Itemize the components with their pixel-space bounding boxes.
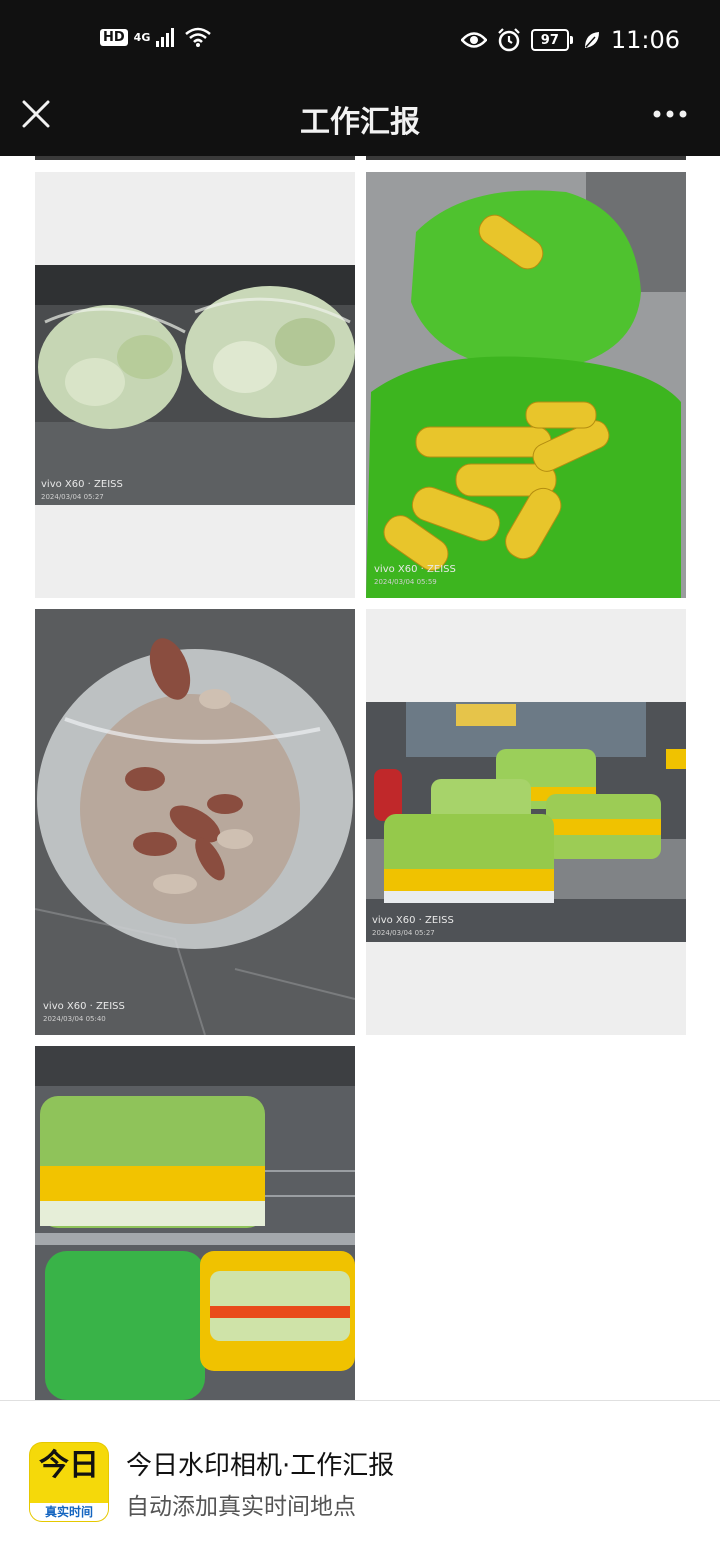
sweet-potato-image — [35, 609, 355, 1035]
photo-cabbage-bags[interactable]: vivo X60 · ZEISS 2024/03/04 05:27 — [35, 172, 355, 598]
previous-photo-edge[interactable] — [35, 156, 355, 160]
alarm-icon — [498, 28, 520, 52]
cabbage-crates-image — [366, 609, 686, 1035]
leaf-icon — [584, 32, 599, 48]
previous-photo-edge[interactable] — [366, 156, 686, 160]
status-left: HD 4G — [100, 26, 212, 48]
watermark-camera-logo: 今日 真实时间 — [30, 1443, 108, 1521]
status-right: 97 11:06 — [460, 26, 680, 54]
nav-bar: 工作汇报 — [0, 80, 720, 156]
photo-watermark: vivo X60 · ZEISS 2024/03/04 05:59 — [374, 564, 456, 586]
logo-text-top: 今日 — [39, 1448, 99, 1483]
cabbage-bags-image — [35, 172, 355, 598]
promo-subtitle: 自动添加真实时间地点 — [126, 1494, 356, 1520]
photo-watermark: vivo X60 · ZEISS 2024/03/04 05:40 — [43, 1001, 125, 1023]
lettuce-shelf-image — [35, 1046, 355, 1400]
eye-icon — [460, 32, 487, 48]
hd-badge: HD — [100, 28, 128, 46]
signal-icon — [156, 28, 175, 47]
wifi-icon — [185, 27, 212, 47]
battery-level: 97 — [530, 29, 569, 51]
photo-corn-bags[interactable]: vivo X60 · ZEISS 2024/03/04 05:59 — [366, 172, 686, 598]
photo-cabbage-crates[interactable]: vivo X60 · ZEISS 2024/03/04 05:27 — [366, 609, 686, 1035]
battery-indicator: 97 — [530, 29, 573, 51]
photo-grid: vivo X60 · ZEISS 2024/03/04 05:27 vivo X… — [0, 156, 720, 1400]
corn-bags-image — [366, 172, 686, 598]
photo-watermark: vivo X60 · ZEISS 2024/03/04 05:27 — [372, 915, 454, 937]
more-icon[interactable] — [652, 104, 688, 124]
app-promo-banner[interactable]: 今日 真实时间 今日水印相机·工作汇报 自动添加真实时间地点 — [0, 1400, 720, 1561]
photo-sweet-potato-bag[interactable]: vivo X60 · ZEISS 2024/03/04 05:40 — [35, 609, 355, 1035]
status-time: 11:06 — [610, 26, 680, 54]
status-bar: HD 4G 97 11:06 — [0, 0, 720, 80]
logo-text-bottom: 真实时间 — [30, 1503, 108, 1521]
photo-watermark: vivo X60 · ZEISS 2024/03/04 05:27 — [41, 479, 123, 501]
photo-lettuce-shelf[interactable] — [35, 1046, 355, 1400]
page-title: 工作汇报 — [300, 105, 420, 140]
battery-tip — [569, 36, 573, 44]
network-type: 4G — [133, 30, 151, 44]
promo-title: 今日水印相机·工作汇报 — [126, 1451, 395, 1481]
